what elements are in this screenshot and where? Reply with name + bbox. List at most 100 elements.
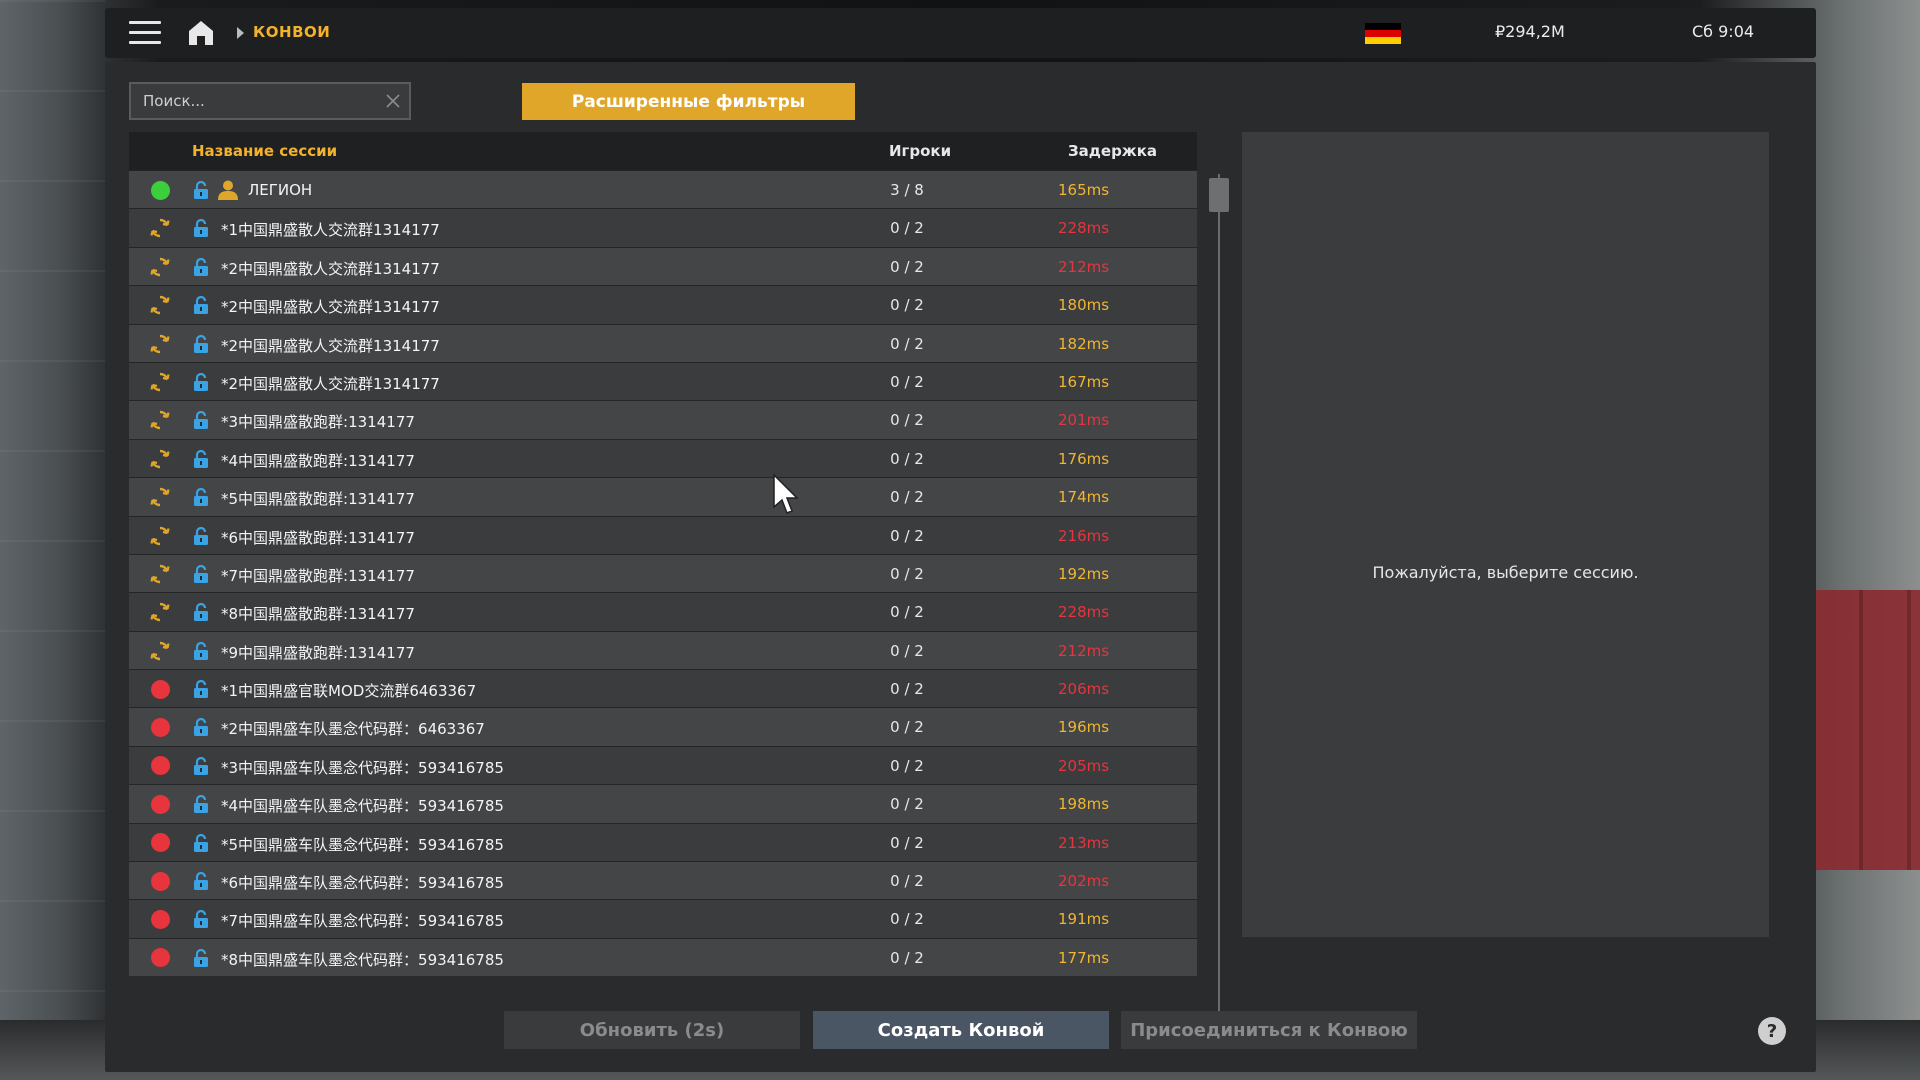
status-offline-icon	[150, 679, 170, 699]
table-row[interactable]: *8中国鼎盛车队墨念代码群：593416785 0 / 2 177ms	[129, 937, 1197, 977]
session-ping: 202ms	[1058, 872, 1110, 891]
table-body: ЛЕГИОН 3 / 8 165ms *1中国鼎盛散人交流群1314177 0 / 2 2…	[129, 170, 1197, 977]
sessions-table: Название сессии Игроки Задержка ЛЕГИОН 3 …	[129, 132, 1197, 977]
session-players: 3 / 8	[890, 181, 924, 199]
status-offline-icon	[150, 756, 170, 776]
session-players: 0 / 2	[890, 296, 924, 315]
join-convoy-button[interactable]: Присоединиться к Конвою	[1121, 1011, 1417, 1049]
status-offline-icon	[150, 717, 170, 737]
status-online-icon	[150, 180, 170, 200]
session-name: *6中国鼎盛车队墨念代码群：593416785	[221, 874, 504, 893]
breadcrumb[interactable]: КОНВОИ	[253, 23, 330, 41]
table-row[interactable]: *1中国鼎盛散人交流群1314177 0 / 2 228ms	[129, 208, 1197, 247]
session-players: 0 / 2	[890, 718, 924, 737]
table-row[interactable]: *1中国鼎盛官联MOD交流群6463367 0 / 2 206ms	[129, 669, 1197, 708]
lock-icon	[192, 717, 210, 737]
table-row[interactable]: *2中国鼎盛车队墨念代码群：6463367 0 / 2 196ms	[129, 707, 1197, 746]
session-ping: 167ms	[1058, 372, 1110, 391]
session-ping: 212ms	[1058, 257, 1110, 276]
header-players[interactable]: Игроки	[889, 142, 951, 160]
advanced-filters-button[interactable]: Расширенные фильтры	[522, 83, 855, 120]
session-players: 0 / 2	[890, 257, 924, 276]
table-row[interactable]: *7中国鼎盛散跑群:1314177 0 / 2 192ms	[129, 553, 1197, 593]
session-name: *6中国鼎盛散跑群:1314177	[221, 528, 415, 547]
header-ping[interactable]: Задержка	[1068, 142, 1157, 160]
scrollbar-thumb[interactable]	[1209, 178, 1229, 212]
session-name: *2中国鼎盛散人交流群1314177	[221, 259, 440, 278]
lock-icon	[192, 295, 210, 315]
lock-icon	[192, 564, 210, 584]
session-ping: 198ms	[1058, 795, 1110, 814]
table-row[interactable]: *5中国鼎盛车队墨念代码群：593416785 0 / 2 213ms	[129, 822, 1197, 862]
session-ping: 182ms	[1058, 334, 1110, 353]
session-players: 0 / 2	[890, 526, 924, 545]
session-ping: 205ms	[1058, 756, 1110, 775]
session-ping: 192ms	[1058, 564, 1110, 583]
lock-icon	[192, 257, 210, 277]
convoy-panel: Расширенные фильтры Название сессии Игро…	[105, 62, 1816, 1072]
table-row[interactable]: *2中国鼎盛散人交流群1314177 0 / 2 182ms	[129, 323, 1197, 362]
lock-icon	[192, 794, 210, 814]
table-row[interactable]: *4中国鼎盛车队墨念代码群：593416785 0 / 2 198ms	[129, 784, 1197, 823]
session-name: *3中国鼎盛车队墨念代码群：593416785	[221, 758, 504, 777]
session-players: 0 / 2	[890, 833, 924, 852]
session-name: *2中国鼎盛车队墨念代码群：6463367	[221, 720, 485, 739]
session-ping: 176ms	[1058, 449, 1110, 468]
table-row[interactable]: *8中国鼎盛散跑群:1314177 0 / 2 228ms	[129, 592, 1197, 631]
table-row[interactable]: *4中国鼎盛散跑群:1314177 0 / 2 176ms	[129, 438, 1197, 478]
table-row[interactable]: *2中国鼎盛散人交流群1314177 0 / 2 212ms	[129, 246, 1197, 286]
session-players: 0 / 2	[890, 756, 924, 775]
lock-icon	[192, 334, 210, 354]
table-row[interactable]: *9中国鼎盛散跑群:1314177 0 / 2 212ms	[129, 630, 1197, 670]
session-players: 0 / 2	[890, 334, 924, 353]
home-icon[interactable]	[187, 19, 215, 47]
session-players: 0 / 2	[890, 564, 924, 583]
session-ping: 180ms	[1058, 296, 1110, 315]
status-offline-icon	[150, 909, 170, 929]
clock-display: Сб 9:04	[1692, 22, 1755, 41]
lock-icon	[192, 871, 210, 891]
session-name: *4中国鼎盛散跑群:1314177	[221, 451, 415, 470]
session-players: 0 / 2	[890, 910, 924, 929]
session-ping: 216ms	[1058, 526, 1110, 545]
hamburger-icon[interactable]	[129, 21, 161, 45]
session-name: *3中国鼎盛散跑群:1314177	[221, 413, 415, 432]
search-input[interactable]	[131, 84, 409, 118]
session-name: *2中国鼎盛散人交流群1314177	[221, 336, 440, 355]
table-row[interactable]: *2中国鼎盛散人交流群1314177 0 / 2 167ms	[129, 361, 1197, 401]
lock-icon	[192, 756, 210, 776]
session-name: ЛЕГИОН	[248, 181, 313, 199]
scrollbar-track[interactable]	[1218, 174, 1220, 1039]
lock-icon	[192, 909, 210, 929]
lock-icon	[192, 526, 210, 546]
table-row[interactable]: *6中国鼎盛车队墨念代码群：593416785 0 / 2 202ms	[129, 861, 1197, 900]
close-icon[interactable]	[385, 93, 401, 109]
help-icon[interactable]: ?	[1758, 1017, 1786, 1045]
refresh-icon	[150, 487, 170, 507]
table-row[interactable]: *3中国鼎盛车队墨念代码群：593416785 0 / 2 205ms	[129, 745, 1197, 785]
refresh-button[interactable]: Обновить (2s)	[504, 1011, 800, 1049]
session-ping: 206ms	[1058, 680, 1110, 699]
lock-icon	[192, 602, 210, 622]
session-players: 0 / 2	[890, 872, 924, 891]
lock-icon	[192, 218, 210, 238]
session-players: 0 / 2	[890, 948, 924, 967]
refresh-icon	[150, 257, 170, 277]
refresh-icon	[150, 295, 170, 315]
table-row[interactable]: *7中国鼎盛车队墨念代码群：593416785 0 / 2 191ms	[129, 899, 1197, 938]
table-row[interactable]: *2中国鼎盛散人交流群1314177 0 / 2 180ms	[129, 285, 1197, 324]
session-players: 0 / 2	[890, 372, 924, 391]
session-ping: 213ms	[1058, 833, 1110, 852]
table-row[interactable]: ЛЕГИОН 3 / 8 165ms	[129, 170, 1197, 209]
table-row[interactable]: *3中国鼎盛散跑群:1314177 0 / 2 201ms	[129, 400, 1197, 439]
session-name: *1中国鼎盛散人交流群1314177	[221, 221, 440, 240]
create-convoy-button[interactable]: Создать Конвой	[813, 1011, 1109, 1049]
header-session-name[interactable]: Название сессии	[192, 142, 337, 160]
mouse-cursor-icon	[773, 473, 799, 514]
table-row[interactable]: *5中国鼎盛散跑群:1314177 0 / 2 174ms	[129, 477, 1197, 516]
session-players: 0 / 2	[890, 488, 924, 507]
session-name: *8中国鼎盛散跑群:1314177	[221, 605, 415, 624]
table-row[interactable]: *6中国鼎盛散跑群:1314177 0 / 2 216ms	[129, 515, 1197, 554]
refresh-icon	[150, 526, 170, 546]
session-players: 0 / 2	[890, 603, 924, 622]
